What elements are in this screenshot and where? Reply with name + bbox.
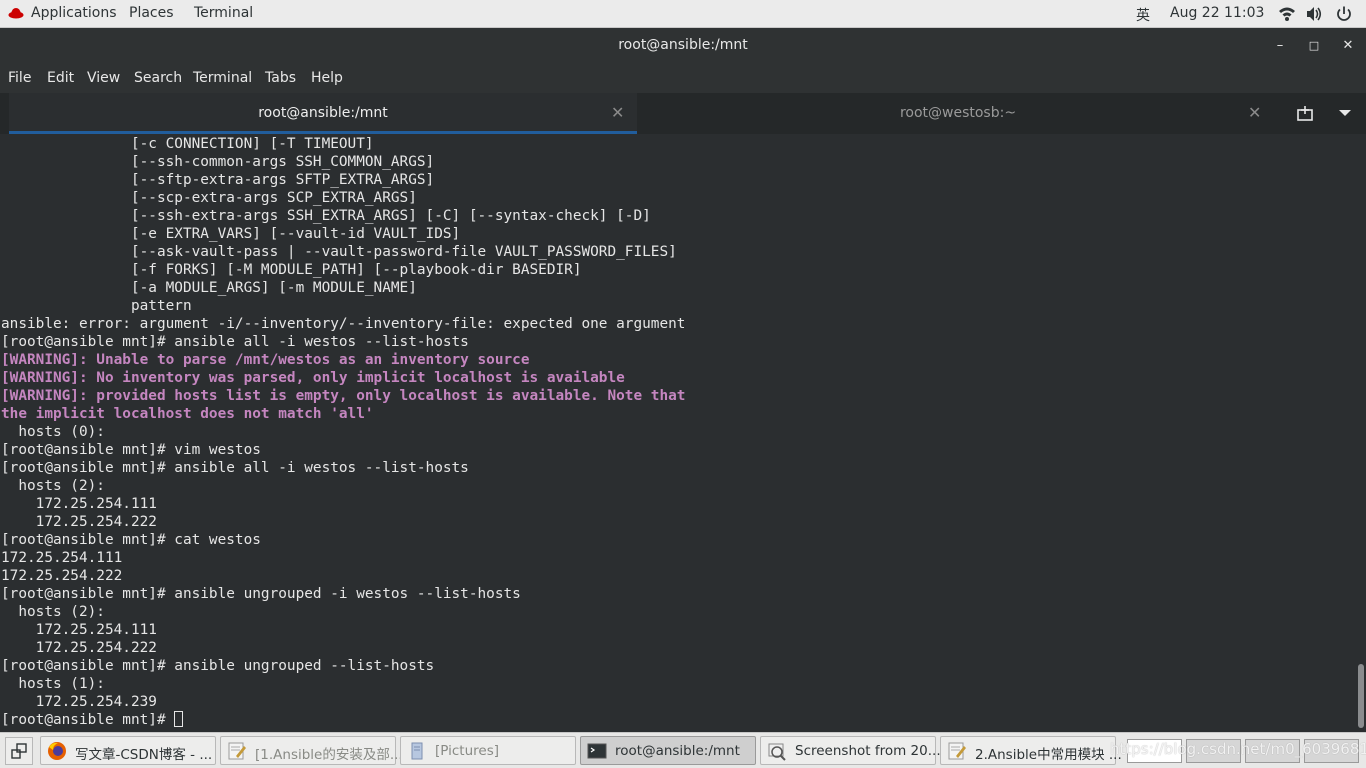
redhat-logo-icon (8, 8, 24, 19)
terminal-line: [root@ansible mnt]# cat westos (1, 532, 261, 548)
terminal-line: [-f FORKS] [-M MODULE_PATH] [--playbook-… (1, 262, 582, 278)
terminal-scrollbar[interactable] (1356, 134, 1366, 732)
tab-ansible[interactable]: root@ansible:/mnt ✕ (9, 93, 637, 134)
tab-westosb[interactable]: root@westosb:~ ✕ (638, 93, 1278, 134)
terminal-line: [root@ansible mnt]# ansible all -i westo… (1, 334, 469, 350)
terminal-line: ansible: error: argument -i/--inventory/… (1, 316, 686, 332)
terminal-line: [-c CONNECTION] [-T TIMEOUT] (1, 136, 374, 152)
terminal-line: hosts (2): (1, 604, 105, 620)
scrollbar-thumb[interactable] (1358, 664, 1364, 728)
terminal-line: [root@ansible mnt]# vim westos (1, 442, 261, 458)
clock[interactable]: Aug 22 11:03 (1170, 5, 1264, 21)
terminal-cursor (174, 711, 184, 727)
taskbar-item-label: [Pictures] (435, 743, 499, 759)
terminal-line: [--ssh-common-args SSH_COMMON_ARGS] (1, 154, 435, 170)
menu-edit[interactable]: Edit (47, 70, 74, 86)
window-title: root@ansible:/mnt (618, 37, 748, 53)
terminal-app-menu[interactable]: Terminal (194, 5, 253, 21)
close-button[interactable]: ✕ (1339, 37, 1357, 55)
menu-tabs[interactable]: Tabs (265, 70, 296, 86)
taskbar-item-label: root@ansible:/mnt (615, 743, 740, 759)
terminal-line: [root@ansible mnt]# ansible ungrouped -i… (1, 586, 521, 602)
applications-menu[interactable]: Applications (31, 5, 117, 21)
taskbar-item-editor-2[interactable]: 2.Ansible中常用模块 ... (940, 736, 1122, 765)
close-tab-icon[interactable]: ✕ (1248, 103, 1261, 122)
terminal-line: pattern (1, 298, 192, 314)
taskbar-item-label: [1.Ansible的安装及部... (255, 747, 403, 763)
terminal-line: [root@ansible mnt]# ansible all -i westo… (1, 460, 469, 476)
terminal-warning-line: [WARNING]: provided hosts list is empty,… (1, 388, 686, 404)
places-menu[interactable]: Places (129, 5, 174, 21)
terminal-line: [--ask-vault-pass | --vault-password-fil… (1, 244, 677, 260)
text-editor-icon (948, 742, 966, 760)
tab-label: root@ansible:/mnt (258, 105, 388, 121)
terminal-line: [--sftp-extra-args SFTP_EXTRA_ARGS] (1, 172, 435, 188)
watermark-text: https://blog.csdn.net/m0_60396816 (1110, 740, 1366, 758)
taskbar-item-label: 写文章-CSDN博客 - ... (75, 747, 213, 763)
terminal-line: [-a MODULE_ARGS] [-m MODULE_NAME] (1, 280, 417, 296)
terminal-line: [--scp-extra-args SCP_EXTRA_ARGS] (1, 190, 417, 206)
terminal-icon (587, 743, 607, 759)
screenshot-icon (768, 743, 786, 761)
menu-search[interactable]: Search (134, 70, 182, 86)
tab-label: root@westosb:~ (899, 105, 1017, 121)
menu-terminal[interactable]: Terminal (193, 70, 252, 86)
terminal-line: [--ssh-extra-args SSH_EXTRA_ARGS] [-C] [… (1, 208, 651, 224)
terminal-line: hosts (1): (1, 676, 105, 692)
terminal-prompt: [root@ansible mnt]# (1, 712, 175, 728)
taskbar-item-screenshot[interactable]: Screenshot from 20... (760, 736, 941, 765)
terminal-warning-line: [WARNING]: No inventory was parsed, only… (1, 370, 625, 386)
top-panel: Applications Places Terminal 英 Aug 22 11… (0, 0, 1366, 28)
terminal-line: [root@ansible mnt]# ansible ungrouped --… (1, 658, 435, 674)
terminal-line: 172.25.254.222 (1, 514, 157, 530)
taskbar-item-editor-1[interactable]: [1.Ansible的安装及部... (220, 736, 403, 765)
tab-menu-chevron-down-icon[interactable] (1338, 108, 1352, 118)
terminal-output[interactable]: [-c CONNECTION] [-T TIMEOUT] [--ssh-comm… (0, 134, 1356, 732)
terminal-line: 172.25.254.111 (1, 496, 157, 512)
terminal-line: 172.25.254.222 (1, 640, 157, 656)
show-desktop-icon (11, 743, 27, 759)
menu-help[interactable]: Help (311, 70, 343, 86)
terminal-warning-line: the implicit localhost does not match 'a… (1, 406, 374, 422)
wifi-icon[interactable] (1278, 5, 1296, 23)
menu-file[interactable]: File (8, 70, 31, 86)
firefox-icon (48, 742, 66, 760)
taskbar-item-pictures[interactable]: [Pictures] (400, 736, 576, 765)
taskbar-item-terminal[interactable]: root@ansible:/mnt (580, 736, 756, 765)
terminal-line: 172.25.254.111 (1, 550, 123, 566)
terminal-prompt-line: [root@ansible mnt]# (1, 711, 184, 729)
terminal-line: [-e EXTRA_VARS] [--vault-id VAULT_IDS] (1, 226, 461, 242)
terminal-line: 172.25.254.222 (1, 568, 123, 584)
terminal-line: 172.25.254.239 (1, 694, 157, 710)
menubar: File Edit View Search Terminal Tabs Help (0, 64, 1366, 93)
text-editor-icon (228, 742, 246, 760)
power-icon[interactable] (1335, 5, 1353, 23)
minimize-button[interactable]: – (1271, 37, 1289, 55)
taskbar-item-label: Screenshot from 20... (795, 743, 941, 759)
terminal-line: hosts (0): (1, 424, 105, 440)
new-tab-icon[interactable] (1296, 105, 1314, 123)
menu-view[interactable]: View (87, 70, 120, 86)
taskbar-item-label: 2.Ansible中常用模块 ... (975, 747, 1122, 763)
tab-bar: root@ansible:/mnt ✕ root@westosb:~ ✕ (0, 93, 1366, 134)
folder-icon (411, 742, 423, 760)
taskbar-item-firefox[interactable]: 写文章-CSDN博客 - ... (40, 736, 216, 765)
volume-icon[interactable] (1305, 5, 1323, 23)
window-titlebar[interactable]: root@ansible:/mnt – □ ✕ (0, 28, 1366, 64)
terminal-line: hosts (2): (1, 478, 105, 494)
show-desktop-button[interactable] (5, 737, 33, 765)
terminal-line: 172.25.254.111 (1, 622, 157, 638)
close-tab-icon[interactable]: ✕ (611, 103, 624, 122)
terminal-warning-line: [WARNING]: Unable to parse /mnt/westos a… (1, 352, 530, 368)
input-method-indicator[interactable]: 英 (1136, 5, 1150, 25)
maximize-button[interactable]: □ (1305, 37, 1323, 55)
